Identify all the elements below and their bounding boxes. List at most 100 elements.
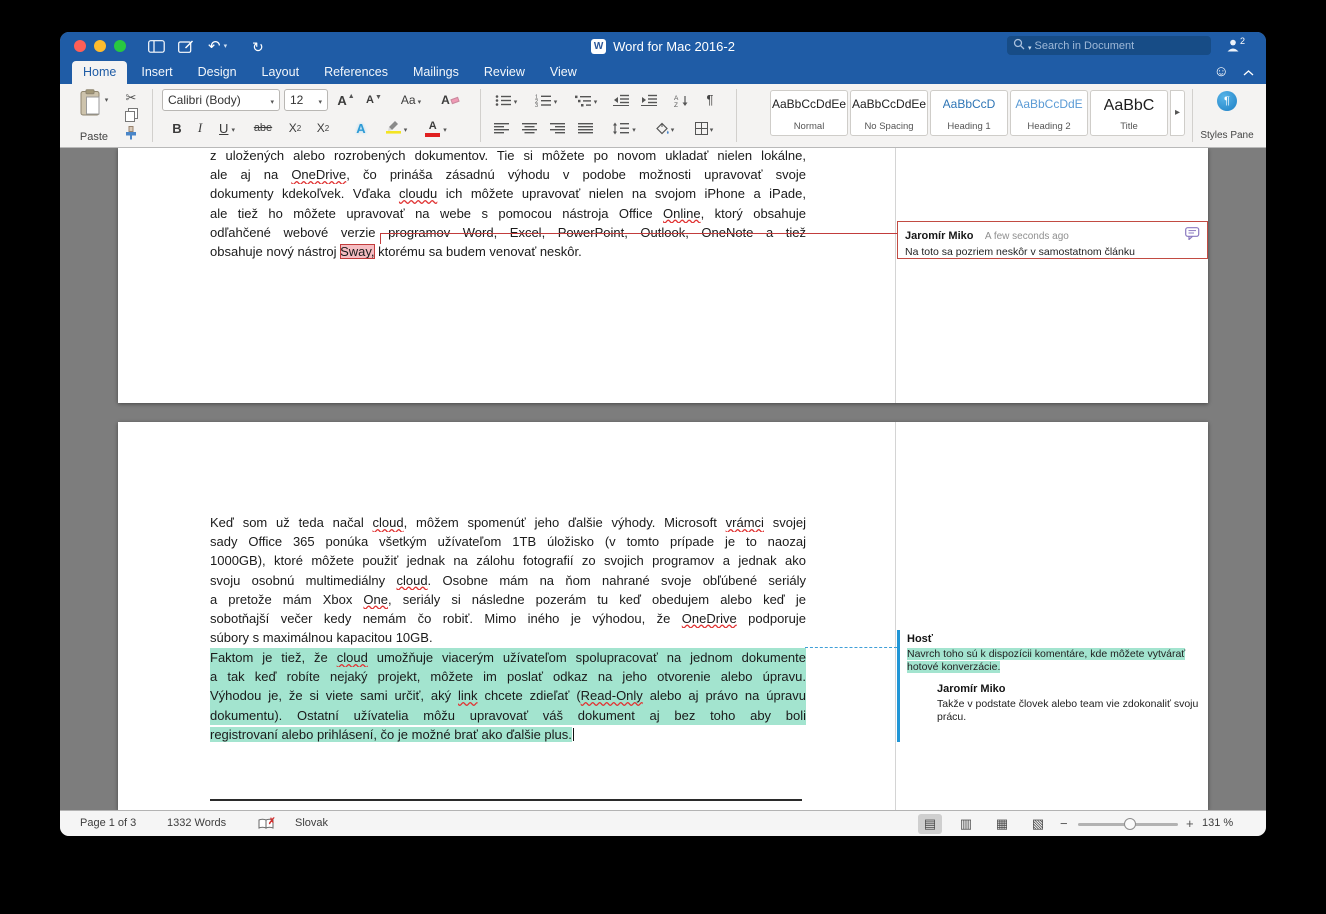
search-box[interactable] bbox=[1007, 36, 1211, 55]
language-indicator[interactable]: Slovak bbox=[295, 817, 328, 829]
line-spacing-button[interactable] bbox=[606, 117, 642, 139]
borders-button[interactable] bbox=[686, 117, 722, 139]
multilevel-caret-icon[interactable] bbox=[594, 93, 598, 107]
numbering-caret-icon[interactable] bbox=[554, 93, 558, 107]
save-icon[interactable] bbox=[178, 39, 194, 54]
align-right-button[interactable] bbox=[544, 117, 570, 139]
align-center-button[interactable] bbox=[516, 117, 542, 139]
document-area[interactable]: z uložených alebo rozrobených dokumentov… bbox=[60, 148, 1266, 810]
search-scope-caret-icon[interactable] bbox=[1028, 37, 1032, 55]
format-painter-button[interactable] bbox=[124, 126, 138, 143]
page-edge-line bbox=[895, 422, 896, 810]
undo-menu-caret-icon[interactable] bbox=[224, 39, 228, 54]
comment-body[interactable]: Navrch toho sú k dispozícii komentáre, k… bbox=[907, 648, 1207, 674]
zoom-window-button[interactable] bbox=[114, 40, 126, 52]
print-layout-view-button[interactable] bbox=[918, 814, 942, 834]
bullets-caret-icon[interactable] bbox=[514, 93, 518, 107]
tab-view[interactable]: View bbox=[539, 61, 588, 84]
copy-button[interactable] bbox=[125, 108, 138, 125]
underline-button[interactable]: U bbox=[212, 117, 242, 139]
style-heading-1[interactable]: AaBbCcDHeading 1 bbox=[930, 90, 1008, 136]
shading-button[interactable] bbox=[646, 117, 682, 139]
font-name-combobox[interactable]: Calibri (Body) bbox=[162, 89, 280, 111]
clear-formatting-button[interactable]: A bbox=[434, 89, 466, 111]
show-paragraph-marks-button[interactable] bbox=[698, 89, 722, 111]
zoom-in-button[interactable]: + bbox=[1186, 816, 1194, 831]
tab-layout[interactable]: Layout bbox=[251, 61, 311, 84]
page-2[interactable]: Keď som už teda načal cloud, môžem spome… bbox=[118, 422, 1208, 810]
paste-menu-caret-icon[interactable] bbox=[105, 91, 109, 105]
underline-caret-icon[interactable] bbox=[231, 121, 235, 135]
zoom-percentage[interactable]: 131 % bbox=[1202, 817, 1233, 829]
line-spacing-caret-icon[interactable] bbox=[632, 121, 636, 135]
borders-caret-icon[interactable] bbox=[710, 121, 714, 135]
font-size-combobox[interactable]: 12 bbox=[284, 89, 328, 111]
tab-review[interactable]: Review bbox=[473, 61, 536, 84]
numbering-button[interactable]: 123 bbox=[528, 89, 564, 111]
grow-font-button[interactable]: A▲ bbox=[332, 89, 360, 111]
font-color-caret-icon[interactable] bbox=[443, 121, 447, 135]
cut-button[interactable] bbox=[126, 91, 137, 105]
comment-reply-author[interactable]: Jaromír Miko bbox=[937, 683, 1005, 695]
shading-caret-icon[interactable] bbox=[671, 121, 675, 135]
page1-paragraph[interactable]: z uložených alebo rozrobených dokumentov… bbox=[210, 148, 806, 261]
page2-paragraph-1[interactable]: Keď som už teda načal cloud, môžem spome… bbox=[210, 513, 806, 647]
paste-button[interactable]: Paste bbox=[70, 87, 118, 145]
minimize-window-button[interactable] bbox=[94, 40, 106, 52]
comment-author[interactable]: Hosť bbox=[907, 633, 933, 645]
subscript-button[interactable]: X2 bbox=[282, 117, 308, 139]
multilevel-list-button[interactable] bbox=[568, 89, 604, 111]
feedback-smiley-icon[interactable] bbox=[1214, 63, 1229, 81]
style-no-spacing[interactable]: AaBbCcDdEeNo Spacing bbox=[850, 90, 928, 136]
text-effects-button[interactable]: A bbox=[348, 117, 374, 139]
tab-mailings[interactable]: Mailings bbox=[402, 61, 470, 84]
styles-pane-button[interactable]: Styles Pane bbox=[1198, 89, 1256, 143]
redo-button[interactable] bbox=[252, 39, 264, 54]
sort-button[interactable]: AZ bbox=[668, 89, 694, 111]
font-name-caret-icon[interactable] bbox=[270, 93, 274, 107]
spellcheck-status-icon[interactable] bbox=[258, 818, 275, 833]
zoom-slider[interactable] bbox=[1078, 823, 1178, 826]
zoom-out-button[interactable]: − bbox=[1060, 816, 1068, 831]
tab-home[interactable]: Home bbox=[72, 61, 127, 84]
comment-card[interactable]: Jaromír Miko A few seconds ago Na toto s… bbox=[897, 221, 1208, 259]
page2-paragraph-2-highlighted[interactable]: Faktom je tiež, že cloud umožňuje viacer… bbox=[210, 648, 806, 744]
word-count[interactable]: 1332 Words bbox=[167, 817, 226, 829]
text-highlight-button[interactable] bbox=[378, 117, 414, 139]
close-window-button[interactable] bbox=[74, 40, 86, 52]
justify-button[interactable] bbox=[572, 117, 598, 139]
font-size-caret-icon[interactable] bbox=[318, 93, 322, 107]
draft-view-button[interactable] bbox=[1026, 814, 1050, 834]
outline-view-button[interactable] bbox=[990, 814, 1014, 834]
page-1[interactable]: z uložených alebo rozrobených dokumentov… bbox=[118, 148, 1208, 403]
style-normal[interactable]: AaBbCcDdEeNormal bbox=[770, 90, 848, 136]
bullets-button[interactable] bbox=[488, 89, 524, 111]
comment-reply-body[interactable]: Takže v podstate človek alebo team vie z… bbox=[937, 698, 1199, 724]
decrease-indent-button[interactable] bbox=[608, 89, 634, 111]
reply-comment-icon[interactable] bbox=[1185, 227, 1200, 245]
sidebar-toggle-icon[interactable] bbox=[148, 39, 165, 54]
collaborators-indicator[interactable]: 2 bbox=[1226, 39, 1245, 57]
tab-insert[interactable]: Insert bbox=[130, 61, 183, 84]
page-indicator[interactable]: Page 1 of 3 bbox=[80, 817, 136, 829]
shrink-font-button[interactable]: A▼ bbox=[360, 89, 388, 111]
strikethrough-button[interactable]: abe bbox=[248, 117, 278, 139]
search-input[interactable] bbox=[1035, 40, 1205, 52]
zoom-slider-thumb[interactable] bbox=[1124, 818, 1136, 830]
collapse-ribbon-icon[interactable] bbox=[1243, 63, 1254, 81]
undo-button[interactable] bbox=[208, 39, 221, 54]
align-left-button[interactable] bbox=[488, 117, 514, 139]
bold-button[interactable]: B bbox=[166, 117, 188, 139]
font-color-button[interactable]: A bbox=[418, 117, 454, 139]
web-layout-view-button[interactable] bbox=[954, 814, 978, 834]
change-case-button[interactable]: Aa bbox=[394, 89, 428, 111]
tab-references[interactable]: References bbox=[313, 61, 399, 84]
superscript-button[interactable]: X2 bbox=[310, 117, 336, 139]
italic-button[interactable]: I bbox=[190, 117, 210, 139]
highlight-caret-icon[interactable] bbox=[404, 121, 408, 135]
style-title[interactable]: AaBbCTitle bbox=[1090, 90, 1168, 136]
styles-gallery-more-button[interactable] bbox=[1170, 90, 1185, 136]
increase-indent-button[interactable] bbox=[636, 89, 662, 111]
style-heading-2[interactable]: AaBbCcDdEHeading 2 bbox=[1010, 90, 1088, 136]
tab-design[interactable]: Design bbox=[187, 61, 248, 84]
